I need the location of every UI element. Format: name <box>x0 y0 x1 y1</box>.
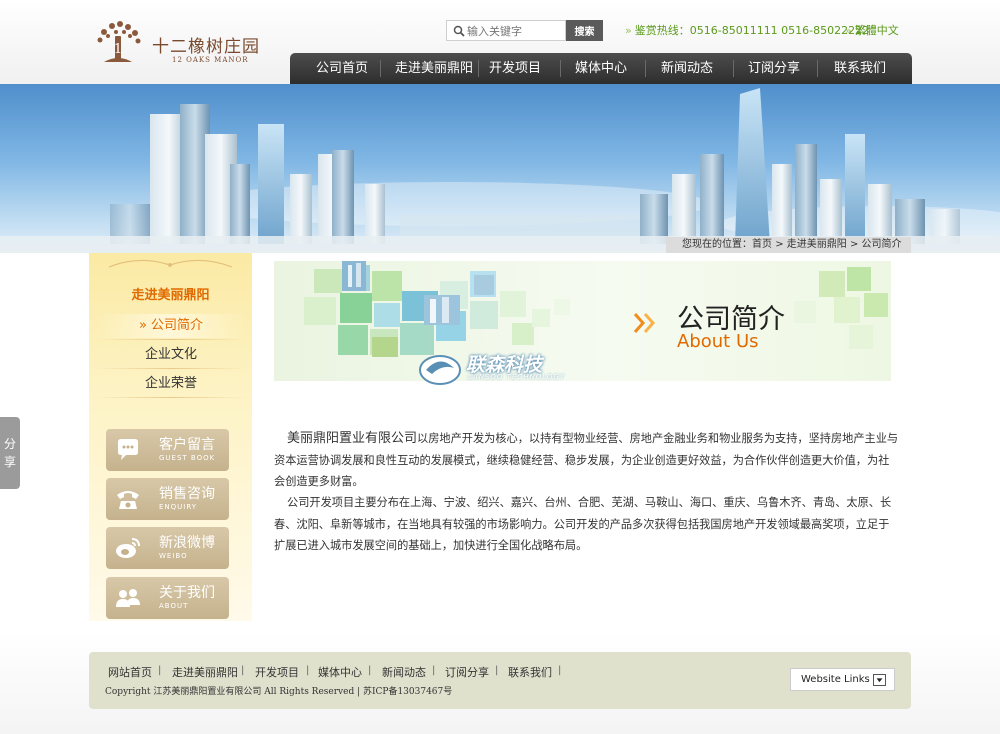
double-arrow-icon: » <box>845 24 852 37</box>
search-input[interactable] <box>467 23 563 39</box>
weibo-label: 新浪微博 <box>159 535 215 551</box>
skyline-illustration <box>0 88 1000 253</box>
double-arrow-icon: » <box>625 24 632 37</box>
people-icon <box>116 589 140 607</box>
search-bar: 搜索 <box>446 20 603 41</box>
nav-divider <box>560 60 561 77</box>
nav-divider <box>645 60 646 77</box>
search-button[interactable]: 搜索 <box>566 20 603 41</box>
footer-link-contact[interactable]: 联系我们 <box>508 664 552 680</box>
nav-item-media[interactable]: 媒体中心 <box>562 53 640 84</box>
nav-item-about[interactable]: 走进美丽鼎阳 <box>382 53 486 84</box>
mosaic-photo-collage <box>304 261 888 357</box>
search-icon <box>453 25 465 37</box>
website-links-label: Website Links <box>801 674 870 685</box>
svg-text:1: 1 <box>114 42 122 57</box>
sidebar-divider <box>96 339 246 340</box>
guest-book-label: 客户留言 <box>159 437 215 453</box>
logo-text-cn: 十二橡树庄园 <box>152 37 260 57</box>
weibo-button[interactable]: 新浪微博 WEIBO <box>106 527 229 569</box>
watermark-subtext: LANSOO TECHNOLOGY <box>468 373 566 381</box>
nav-item-subscribe[interactable]: 订阅分享 <box>735 53 813 84</box>
dropdown-arrow-icon <box>873 674 886 686</box>
enquiry-button[interactable]: 销售咨询 ENQUIRY <box>106 478 229 520</box>
about-label: 关于我们 <box>159 585 215 601</box>
footer-separator: | <box>558 665 562 676</box>
sidebar-item-company-profile[interactable]: » 公司简介 <box>96 314 246 338</box>
sidebar-title: 走进美丽鼎阳 <box>131 288 210 303</box>
chevron-right-icon <box>633 313 656 333</box>
footer-separator: | <box>306 665 310 676</box>
footer-separator: | <box>368 665 372 676</box>
footer-link-subscribe[interactable]: 订阅分享 <box>445 664 489 680</box>
breadcrumb-prefix: 您现在的位置： <box>682 239 752 250</box>
footer <box>89 652 911 709</box>
ornament-decoration <box>108 259 233 268</box>
sidebar-divider <box>96 397 246 398</box>
nav-item-news[interactable]: 新闻动态 <box>647 53 727 84</box>
breadcrumb-section[interactable]: 走进美丽鼎阳 <box>787 239 847 250</box>
breadcrumb-current: 公司简介 <box>861 239 902 250</box>
speech-bubble-icon <box>118 439 138 460</box>
nav-divider <box>478 60 479 77</box>
lang-traditional-link[interactable]: 繁體 <box>855 24 877 37</box>
enquiry-sublabel: ENQUIRY <box>159 503 198 511</box>
weibo-sublabel: WEIBO <box>159 552 188 560</box>
nav-divider <box>733 60 734 77</box>
copyright-suffix: All Rights Reserved | 苏ICP备13037467号 <box>261 687 453 697</box>
copyright-prefix: Copyright <box>105 687 154 697</box>
breadcrumb-separator: > <box>849 239 859 250</box>
guest-book-sublabel: GUEST BOOK <box>159 454 216 462</box>
nav-item-home[interactable]: 公司首页 <box>304 53 380 84</box>
search-box <box>446 20 566 41</box>
nav-divider <box>380 60 381 77</box>
share-tab[interactable]: 分享 <box>0 417 20 489</box>
oak-tree-icon: 1 <box>97 21 141 62</box>
breadcrumb: 您现在的位置：首页 > 走进美丽鼎阳 > 公司简介 <box>666 237 911 253</box>
weibo-icon <box>116 538 140 558</box>
footer-link-home[interactable]: 网站首页 <box>108 664 152 680</box>
footer-separator: | <box>432 665 436 676</box>
nav-item-projects[interactable]: 开发项目 <box>480 53 550 84</box>
main-nav: 公司首页 走进美丽鼎阳 开发项目 媒体中心 新闻动态 订阅分享 联系我们 <box>290 53 912 84</box>
page-title-en: About Us <box>677 331 759 352</box>
breadcrumb-home[interactable]: 首页 <box>752 239 772 250</box>
footer-separator: | <box>241 665 245 676</box>
about-button[interactable]: 关于我们 ABOUT <box>106 577 229 619</box>
header: 1 十二橡树庄园 12 OAKS MANOR 搜索 »鉴赏热线：0516-850… <box>0 0 1000 84</box>
logo[interactable]: 1 十二橡树庄园 12 OAKS MANOR <box>90 18 280 70</box>
banner-cityscape <box>0 84 1000 253</box>
company-name: 美丽鼎阳置业有限公司 <box>287 431 418 446</box>
sidebar-item-honors[interactable]: 企业荣誉 <box>96 372 246 396</box>
footer-link-news[interactable]: 新闻动态 <box>382 664 426 680</box>
copyright-text: Copyright 江苏美丽鼎阳置业有限公司 All Rights Reserv… <box>105 684 452 697</box>
footer-link-media[interactable]: 媒体中心 <box>318 664 362 680</box>
hotline: » 鉴赏热线：0516-85011111 0516-85022222 <box>625 22 869 38</box>
intro-paragraph-2: 公司开发项目主要分布在上海、宁波、绍兴、嘉兴、台州、合肥、芜湖、马鞍山、海口、重… <box>274 496 892 552</box>
telephone-icon <box>117 491 139 509</box>
copyright-company: 江苏美丽鼎阳置业有限公司 <box>153 687 262 697</box>
watermark-logo-icon <box>419 355 461 385</box>
about-sublabel: ABOUT <box>159 602 189 610</box>
sidebar-divider <box>96 368 246 369</box>
sidebar-item-culture[interactable]: 企业文化 <box>96 343 246 367</box>
nav-divider <box>817 60 818 77</box>
enquiry-label: 销售咨询 <box>159 486 215 502</box>
hotline-text: 鉴赏热线：0516-85011111 0516-85022222 <box>634 24 870 37</box>
website-links-select[interactable]: Website Links <box>790 668 895 691</box>
about-hero-banner <box>274 261 891 381</box>
footer-separator: | <box>495 665 499 676</box>
footer-link-about[interactable]: 走进美丽鼎阳 <box>172 664 238 680</box>
footer-link-projects[interactable]: 开发项目 <box>255 664 299 680</box>
intro-paragraph-1: 美丽鼎阳置业有限公司以房地产开发为核心，以持有型物业经营、房地产金融业务和物业服… <box>274 428 900 493</box>
footer-separator: | <box>158 665 162 676</box>
breadcrumb-separator: > <box>775 239 784 250</box>
nav-item-contact[interactable]: 联系我们 <box>820 53 900 84</box>
logo-text-en: 12 OAKS MANOR <box>172 56 249 64</box>
language-switch: » 繁體中文 <box>845 22 899 38</box>
guest-book-button[interactable]: 客户留言 GUEST BOOK <box>106 429 229 471</box>
lang-simplified-link[interactable]: 中文 <box>877 24 899 37</box>
